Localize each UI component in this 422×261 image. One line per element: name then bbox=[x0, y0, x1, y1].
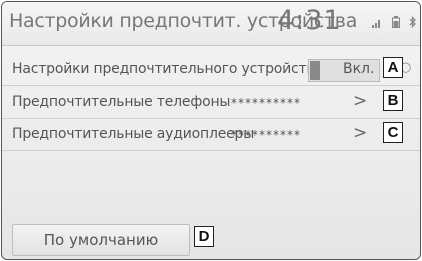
preferred-audio-players-row[interactable]: Предпочтительные аудиоплееры ********** … bbox=[2, 119, 420, 151]
toggle-state-label: Вкл. bbox=[343, 61, 375, 77]
battery-icon bbox=[391, 16, 404, 31]
clock: 4:31 bbox=[277, 5, 342, 36]
chevron-right-icon: > bbox=[353, 91, 368, 111]
signal-icon bbox=[372, 18, 386, 31]
preferred-audio-players-label: Предпочтительные аудиоплееры bbox=[12, 126, 255, 142]
callout-a: A bbox=[383, 57, 403, 78]
callout-d: D bbox=[194, 226, 214, 247]
preferred-phones-label: Предпочтительные телефоны bbox=[12, 94, 231, 110]
screen-frame: Настройки предпочтит. устройства 4:31 На… bbox=[1, 1, 421, 260]
preferred-audio-players-value: ********** bbox=[231, 128, 301, 142]
bluetooth-icon bbox=[409, 15, 417, 31]
preferred-phones-value: ********** bbox=[231, 96, 301, 110]
preferred-device-toggle[interactable]: Вкл. bbox=[308, 59, 380, 82]
preferred-device-settings-row[interactable]: Настройки предпочтительного устройства В… bbox=[2, 54, 420, 86]
title-bar: Настройки предпочтит. устройства 4:31 bbox=[2, 2, 420, 46]
toggle-indicator bbox=[310, 61, 320, 80]
preferred-phones-row[interactable]: Предпочтительные телефоны ********** > bbox=[2, 87, 420, 119]
status-icons bbox=[372, 15, 420, 31]
callout-c: C bbox=[383, 122, 403, 143]
callout-b: B bbox=[383, 90, 403, 111]
chevron-right-icon: > bbox=[353, 123, 368, 143]
default-button[interactable]: По умолчанию bbox=[12, 224, 190, 256]
default-button-label: По умолчанию bbox=[43, 231, 159, 249]
preferred-device-settings-label: Настройки предпочтительного устройства bbox=[12, 61, 323, 77]
